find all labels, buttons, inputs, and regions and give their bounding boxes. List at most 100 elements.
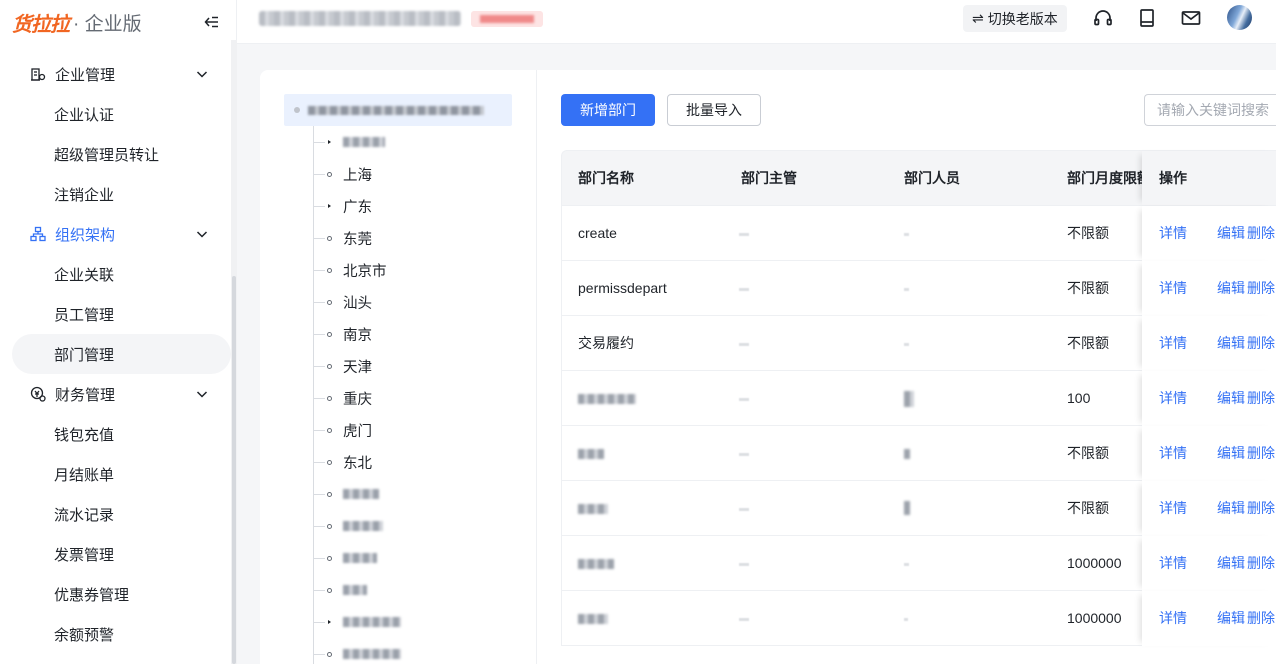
ops-cell: 详情 编辑 删除 <box>1142 316 1276 371</box>
tree-node[interactable] <box>313 510 383 542</box>
edit-link[interactable]: 编辑 <box>1217 316 1245 370</box>
mail-icon[interactable] <box>1180 7 1202 29</box>
sidebar-item-cancel-enterprise[interactable]: 注销企业 <box>0 174 231 214</box>
sidebar-item-monthly-bill[interactable]: 月结账单 <box>0 454 231 494</box>
delete-link[interactable]: 删除 <box>1247 261 1275 315</box>
tree-branch-line <box>313 269 325 271</box>
col-header-monthly-limit: 部门月度限额 <box>1067 170 1145 186</box>
delete-link[interactable]: 删除 <box>1247 591 1275 645</box>
tree-node[interactable]: 东北 <box>313 446 372 478</box>
edit-link[interactable]: 编辑 <box>1217 591 1245 645</box>
headset-icon[interactable] <box>1092 7 1114 29</box>
cell-limit: 1000000 <box>1067 610 1122 626</box>
sidebar-item-balance-alert[interactable]: 余额预警 <box>0 614 231 654</box>
sidebar-scroll-thumb[interactable] <box>232 276 236 664</box>
menu-group-finance[interactable]: 财务管理 <box>0 374 231 414</box>
edit-link[interactable]: 编辑 <box>1217 481 1245 535</box>
menu-group-label: 财务管理 <box>55 386 116 404</box>
caret-right-icon[interactable] <box>328 204 331 208</box>
tree-node[interactable] <box>313 638 401 664</box>
edit-link[interactable]: 编辑 <box>1217 371 1245 425</box>
table-row: 100 详情 编辑 删除 <box>561 371 1276 426</box>
sidebar-item-enterprise-link[interactable]: 企业关联 <box>0 254 231 294</box>
detail-link[interactable]: 详情 <box>1159 536 1187 590</box>
tree-node[interactable]: 天津 <box>313 350 372 382</box>
tree-node-label: 东北 <box>343 455 372 472</box>
company-tag-redacted <box>471 11 543 27</box>
edit-link[interactable]: 编辑 <box>1217 261 1245 315</box>
bullet-icon <box>327 235 332 241</box>
tree-node[interactable]: 东莞 <box>313 222 372 254</box>
sidebar-item-enterprise-cert[interactable]: 企业认证 <box>0 94 231 134</box>
tree-node-label-redacted <box>343 585 367 595</box>
cell-limit: 不限额 <box>1067 280 1109 296</box>
user-avatar[interactable] <box>1227 5 1252 30</box>
tree-node[interactable]: 汕头 <box>313 286 372 318</box>
bullet-icon <box>327 267 332 273</box>
sidebar-scrollbar[interactable] <box>231 40 237 664</box>
delete-link[interactable]: 删除 <box>1247 481 1275 535</box>
menu-group-organization[interactable]: 组织架构 <box>0 214 231 254</box>
department-content-card: 上海 广东 东莞 北京市 汕头 南京 天津 重庆 虎门 东北 新增部门 批量导入… <box>260 70 1276 664</box>
delete-link[interactable]: 删除 <box>1247 206 1275 260</box>
delete-link[interactable]: 删除 <box>1247 316 1275 370</box>
tree-node[interactable] <box>313 574 367 606</box>
detail-link[interactable]: 详情 <box>1159 261 1187 315</box>
tree-node[interactable]: 广东 <box>313 190 372 222</box>
detail-link[interactable]: 详情 <box>1159 316 1187 370</box>
menu-group-enterprise[interactable]: 企业管理 <box>0 54 231 94</box>
batch-import-button[interactable]: 批量导入 <box>667 94 761 126</box>
tree-root-node[interactable] <box>284 94 512 126</box>
delete-link[interactable]: 删除 <box>1247 371 1275 425</box>
detail-link[interactable]: 详情 <box>1159 591 1187 645</box>
sidebar-item-employee-mgmt[interactable]: 员工管理 <box>0 294 231 334</box>
edit-link[interactable]: 编辑 <box>1217 206 1245 260</box>
delete-link[interactable]: 删除 <box>1247 536 1275 590</box>
tree-node[interactable]: 重庆 <box>313 382 372 414</box>
col-header-name: 部门名称 <box>578 170 634 186</box>
tree-node[interactable] <box>313 606 401 638</box>
tree-node[interactable]: 虎门 <box>313 414 372 446</box>
detail-link[interactable]: 详情 <box>1159 206 1187 260</box>
tree-node[interactable]: 北京市 <box>313 254 387 286</box>
tree-node[interactable] <box>313 542 377 574</box>
sidebar-item-wallet-recharge[interactable]: 钱包充值 <box>0 414 231 454</box>
sidebar-item-transaction-records[interactable]: 流水记录 <box>0 494 231 534</box>
cell-name-redacted <box>578 559 614 569</box>
detail-link[interactable]: 详情 <box>1159 481 1187 535</box>
edit-link[interactable]: 编辑 <box>1217 536 1245 590</box>
tree-node-label: 汕头 <box>343 295 372 312</box>
tree-branch-line <box>313 397 325 399</box>
detail-link[interactable]: 详情 <box>1159 426 1187 480</box>
tree-branch-line <box>313 525 325 527</box>
tree-node[interactable] <box>313 478 379 510</box>
chevron-down-icon <box>196 71 208 78</box>
detail-link[interactable]: 详情 <box>1159 371 1187 425</box>
document-icon[interactable] <box>1136 7 1158 29</box>
sidebar-item-invoice-mgmt[interactable]: 发票管理 <box>0 534 231 574</box>
table-row: 1000000 详情 编辑 删除 <box>561 591 1276 646</box>
caret-right-icon[interactable] <box>328 140 331 144</box>
add-department-button[interactable]: 新增部门 <box>561 94 655 126</box>
brand[interactable]: 货拉拉 · 企业版 <box>0 0 236 44</box>
department-tree: 上海 广东 东莞 北京市 汕头 南京 天津 重庆 虎门 东北 <box>260 70 537 664</box>
sidebar-item-admin-transfer[interactable]: 超级管理员转让 <box>0 134 231 174</box>
edit-link[interactable]: 编辑 <box>1217 426 1245 480</box>
caret-right-icon[interactable] <box>328 620 331 624</box>
ops-cell: 详情 编辑 删除 <box>1142 591 1276 646</box>
bullet-icon <box>327 395 332 401</box>
cell-manager-redacted <box>739 508 749 511</box>
tree-node[interactable]: 上海 <box>313 158 372 190</box>
switch-old-version-button[interactable]: ⇌ 切换老版本 <box>963 5 1067 32</box>
collapse-sidebar-icon[interactable] <box>203 13 221 31</box>
delete-link[interactable]: 删除 <box>1247 426 1275 480</box>
tree-node[interactable] <box>313 126 385 158</box>
tree-branch-line <box>313 141 325 143</box>
sidebar-item-coupon-mgmt[interactable]: 优惠券管理 <box>0 574 231 614</box>
search-input[interactable]: 请输入关键词搜索 <box>1144 94 1276 126</box>
sidebar-item-department-mgmt[interactable]: 部门管理 <box>12 334 231 374</box>
tree-node[interactable]: 南京 <box>313 318 372 350</box>
tree-node-label: 广东 <box>343 199 372 216</box>
tree-branch-line <box>313 557 325 559</box>
tree-node-label: 南京 <box>343 327 372 344</box>
